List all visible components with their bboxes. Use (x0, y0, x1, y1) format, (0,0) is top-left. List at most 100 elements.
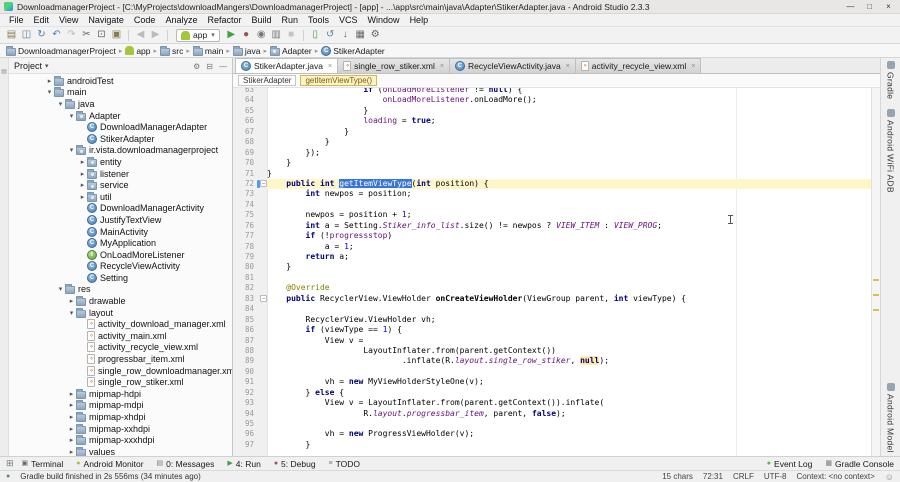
open-icon[interactable]: ▤ (4, 27, 19, 43)
tree-item-values[interactable]: ▸ values (9, 446, 232, 456)
close-tab-icon[interactable]: × (440, 63, 444, 70)
tree-item-ir-vista-downloadmanagerproject[interactable]: ▾ ir.vista.downloadmanagerproject (9, 145, 232, 157)
tree-item-adapter[interactable]: ▾ Adapter (9, 110, 232, 122)
code-line-70[interactable]: 70 } (233, 158, 871, 168)
code-line-96[interactable]: 96 vh = new ProgressViewHolder(v); (233, 429, 871, 439)
status-72-31[interactable]: 72:31 (703, 472, 723, 481)
project-view-dropdown-icon[interactable]: ▾ (45, 62, 49, 70)
chevron-collapsed-icon[interactable]: ▸ (78, 170, 87, 178)
tree-item-stikeradapter[interactable]: StikerAdapter (9, 133, 232, 145)
tree-item-recycleviewactivity[interactable]: RecycleViewActivity (9, 261, 232, 273)
tree-item-androidtest[interactable]: ▸ androidTest (9, 75, 232, 87)
breadcrumb-stikeradapter[interactable]: StikerAdapter (321, 45, 385, 56)
code-line-91[interactable]: 91 vh = new MyViewHolderStyleOne(v); (233, 377, 871, 387)
code-line-80[interactable]: 80 } (233, 262, 871, 272)
paste-icon[interactable]: ▣ (109, 27, 124, 43)
run-icon[interactable]: ▶ (224, 27, 239, 43)
code-line-93[interactable]: 93 View v = LayoutInflater.from(parent.g… (233, 398, 871, 408)
redo-icon[interactable]: ↷ (64, 27, 79, 43)
breadcrumb-chip-getitemviewtype[interactable]: getItemViewType() (300, 75, 378, 86)
code-line-63[interactable]: 63 if (onLoadMoreListener != null) { (233, 88, 871, 95)
maximize-button[interactable]: □ (860, 0, 879, 13)
forward-icon[interactable]: ▶ (148, 27, 163, 43)
tree-item-single-row-downloadmanager-xml[interactable]: single_row_downloadmanager.xml (9, 365, 232, 377)
menu-edit[interactable]: Edit (29, 15, 55, 25)
code-line-67[interactable]: 67 } (233, 127, 871, 137)
tree-item-single-row-stiker-xml[interactable]: single_row_stiker.xml (9, 376, 232, 388)
tree-item-activity-main-xml[interactable]: activity_main.xml (9, 330, 232, 342)
minimize-button[interactable]: — (841, 0, 860, 13)
stop-icon[interactable]: ■ (284, 27, 299, 43)
code-line-79[interactable]: 79 return a; (233, 252, 871, 262)
menu-refactor[interactable]: Refactor (202, 15, 246, 25)
status-15-chars[interactable]: 15 chars (662, 472, 693, 481)
tree-item-drawable[interactable]: ▸ drawable (9, 295, 232, 307)
code-line-64[interactable]: 64 onLoadMoreListener.onLoadMore(); (233, 95, 871, 105)
code-line-78[interactable]: 78 a = 1; (233, 242, 871, 252)
close-tab-icon[interactable]: × (691, 63, 695, 70)
tree-item-res[interactable]: ▾ res (9, 284, 232, 296)
breadcrumb-main[interactable]: main (192, 45, 223, 56)
tool-window-button-event-log[interactable]: ● Event Log (767, 459, 813, 469)
status-context-no-context[interactable]: Context: <no context> (797, 472, 875, 481)
chevron-collapsed-icon[interactable]: ▸ (67, 425, 76, 433)
project-panel-title[interactable]: Project (14, 61, 42, 71)
editor-scrollbar[interactable] (871, 88, 880, 456)
chevron-collapsed-icon[interactable]: ▸ (78, 193, 87, 201)
tree-item-mipmap-xxhdpi[interactable]: ▸ mipmap-xxhdpi (9, 423, 232, 435)
tool-window-button-android-monitor[interactable]: ● Android Monitor (76, 459, 143, 469)
chevron-expanded-icon[interactable]: ▾ (56, 285, 65, 293)
menu-navigate[interactable]: Navigate (83, 15, 129, 25)
close-tab-icon[interactable]: × (328, 63, 332, 70)
tree-item-java[interactable]: ▾ java (9, 98, 232, 110)
code-line-83[interactable]: 83− public RecyclerView.ViewHolder onCre… (233, 294, 871, 304)
editor-tab-activity-recycle-view-xml[interactable]: activity_recycle_view.xml × (574, 58, 702, 73)
tree-item-justifytextview[interactable]: JustifyTextView (9, 214, 232, 226)
tree-item-mipmap-mdpi[interactable]: ▸ mipmap-mdpi (9, 400, 232, 412)
tree-item-entity[interactable]: ▸ entity (9, 156, 232, 168)
tool-window-button-terminal[interactable]: ▣ Terminal (22, 459, 64, 469)
status-crlf[interactable]: CRLF (733, 472, 754, 481)
tree-item-mipmap-hdpi[interactable]: ▸ mipmap-hdpi (9, 388, 232, 400)
code-line-74[interactable]: 74 (233, 200, 871, 210)
undo-icon[interactable]: ↶ (49, 27, 64, 43)
chevron-collapsed-icon[interactable]: ▸ (67, 436, 76, 444)
copy-icon[interactable]: ⊡ (94, 27, 109, 43)
code-line-76[interactable]: 76 int a = Setting.Stiker_info_list.size… (233, 221, 871, 231)
code-line-92[interactable]: 92 } else { (233, 388, 871, 398)
settings-gear-icon[interactable]: ⚙ (193, 62, 200, 71)
collapse-all-icon[interactable]: ⊟ (206, 62, 213, 71)
project-stripe-button[interactable]: ▤ (1, 69, 7, 75)
code-line-77[interactable]: 77 if (!progressstop) (233, 231, 871, 241)
synchronize-icon[interactable]: ↻ (34, 27, 49, 43)
chevron-expanded-icon[interactable]: ▾ (45, 88, 54, 96)
code-line-86[interactable]: 86 if (viewType == 1) { (233, 325, 871, 335)
tool-window-button-gradle-console[interactable]: ▦ Gradle Console (825, 459, 894, 469)
cut-icon[interactable]: ✂ (79, 27, 94, 43)
code-line-72[interactable]: 72− public int getItemViewType(int posit… (233, 178, 871, 190)
back-icon[interactable]: ◀ (133, 27, 148, 43)
close-button[interactable]: × (879, 0, 898, 13)
inspection-profile-icon[interactable]: ☺ (885, 472, 894, 482)
editor-tab-single-row-stiker-xml[interactable]: single_row_stiker.xml × (337, 58, 450, 73)
tree-item-activity-download-manager-xml[interactable]: activity_download_manager.xml (9, 318, 232, 330)
avd-manager-icon[interactable]: ▯ (308, 27, 323, 43)
tree-item-downloadmanageractivity[interactable]: DownloadManagerActivity (9, 203, 232, 215)
menu-view[interactable]: View (54, 15, 83, 25)
settings-icon[interactable]: ⚙ (368, 27, 383, 43)
tree-item-progressbar-item-xml[interactable]: progressbar_item.xml (9, 353, 232, 365)
code-line-73[interactable]: 73 int newpos = position; (233, 189, 871, 199)
code-line-88[interactable]: 88 LayoutInflater.from(parent.getContext… (233, 346, 871, 356)
fold-marker-icon[interactable]: − (260, 294, 267, 302)
menu-run[interactable]: Run (277, 15, 304, 25)
menu-file[interactable]: File (4, 15, 29, 25)
tree-item-util[interactable]: ▸ util (9, 191, 232, 203)
tool-window-button-android-model[interactable]: Android Model (886, 383, 896, 453)
tree-item-service[interactable]: ▸ service (9, 179, 232, 191)
profile-icon[interactable]: ▥ (269, 27, 284, 43)
tree-item-listener[interactable]: ▸ listener (9, 168, 232, 180)
menu-build[interactable]: Build (246, 15, 276, 25)
menu-tools[interactable]: Tools (303, 15, 334, 25)
breadcrumb-app[interactable]: app (125, 46, 151, 56)
code-line-97[interactable]: 97 } (233, 440, 871, 450)
